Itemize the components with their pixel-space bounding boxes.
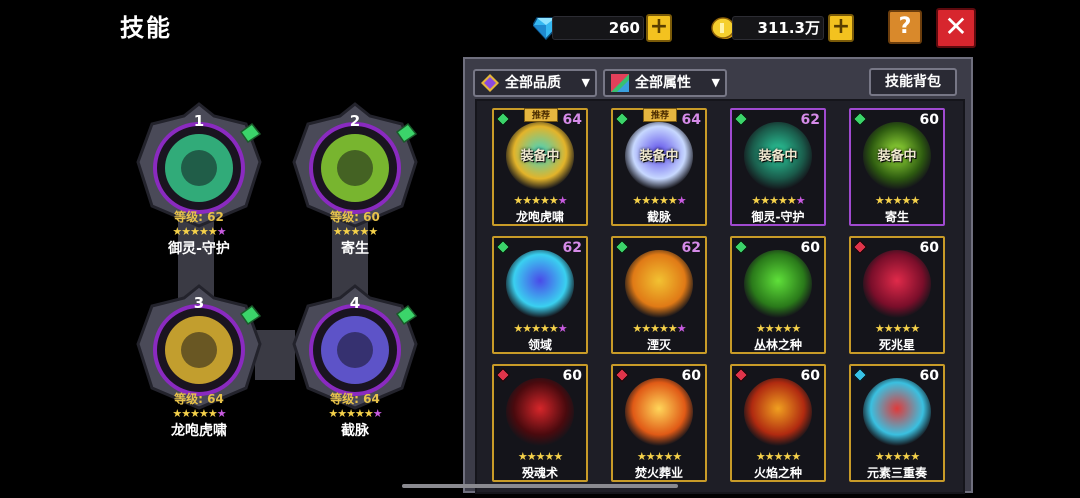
skill-name: 湮灭 [646,338,671,352]
skill-stars: ★★★★★★ [513,322,567,335]
gem-amount: 260 [608,19,640,37]
skill-stars: ★★★★★ [874,194,920,207]
skill-card[interactable]: 60 ★★★★★ 元素三重奏 [849,364,945,482]
skill-stars: ★★★★★ [874,322,920,335]
skill-card[interactable]: 62 ★★★★★★ 湮灭 [611,236,707,354]
slot-stars: ★★★★★★ [328,407,382,420]
buy-coins-button[interactable]: + [828,14,854,42]
slot-number: 2 [349,112,361,130]
skill-card[interactable]: 60 装备中 ★★★★★ 寄生 [849,108,945,226]
slot-level: 等级: 64 [330,392,380,406]
skill-stars: ★★★★★ [755,322,801,335]
home-indicator[interactable] [402,484,678,488]
slot-skill-name: 御灵-守护 [168,241,230,257]
equipped-slot-3[interactable]: 3 等级: 64 ★★★★★★ 龙咆虎啸 [134,282,264,439]
attribute-icon [611,74,629,92]
skill-stars: ★★★★★ [755,450,801,463]
equipped-slot-1[interactable]: 1 等级: 62 ★★★★★★ 御灵-守护 [134,100,264,257]
equipped-label: 装备中 [758,149,798,164]
skill-card[interactable]: 60 ★★★★★ 丛林之种 [730,236,826,354]
equipped-label: 装备中 [877,149,917,164]
skill-level: 60 [919,368,939,384]
skill-level: 64 [562,112,582,128]
skill-stars: ★★★★★★ [751,194,805,207]
skill-stars: ★★★★★★ [632,322,686,335]
skill-name: 御灵-守护 [751,210,805,224]
slot-number: 1 [193,112,205,130]
skill-name: 龙咆虎啸 [515,210,564,224]
equipped-slot-2[interactable]: 2 等级: 60 ★★★★★ 寄生 [290,100,420,257]
skill-level: 62 [681,240,701,256]
skill-level: 64 [681,112,701,128]
skill-name: 焚火葬业 [634,466,683,480]
slot-skill-name: 截脉 [341,423,369,439]
quality-filter-label: 全部品质 [505,75,561,91]
slot-stars: ★★★★★ [332,225,378,238]
skill-level: 60 [681,368,701,384]
slot-number: 4 [349,294,361,312]
skill-card[interactable]: 60 ★★★★★ 殁魂术 [492,364,588,482]
help-button[interactable]: ? [888,10,922,44]
slot-stars: ★★★★★★ [172,225,226,238]
skill-level: 60 [919,240,939,256]
page-title: 技能 [120,14,172,42]
skill-name: 火焰之种 [753,466,802,480]
skill-name: 死兆星 [878,338,915,352]
quality-filter-dropdown[interactable]: 全部品质 ▼ [473,69,597,97]
skill-card[interactable]: 64 推荐 装备中 ★★★★★★ 龙咆虎啸 [492,108,588,226]
skill-level: 60 [562,368,582,384]
skill-level: 62 [800,112,820,128]
skill-stars: ★★★★★ [636,450,682,463]
slot-level: 等级: 64 [174,392,224,406]
skill-name: 丛林之种 [753,338,802,352]
slot-skill-name: 龙咆虎啸 [171,423,227,439]
skill-level: 60 [919,112,939,128]
skill-stars: ★★★★★★ [513,194,567,207]
skill-card[interactable]: 62 ★★★★★★ 领域 [492,236,588,354]
slot-level: 等级: 62 [174,210,224,224]
attribute-filter-dropdown[interactable]: 全部属性 ▼ [603,69,727,97]
slot-level: 等级: 60 [330,210,380,224]
recommend-badge: 推荐 [524,108,558,122]
recommend-badge: 推荐 [643,108,677,122]
skill-name: 领域 [527,338,552,352]
close-button[interactable]: ✕ [936,8,976,48]
skill-card[interactable]: 60 ★★★★★ 焚火葬业 [611,364,707,482]
skill-level: 62 [562,240,582,256]
chevron-down-icon: ▼ [711,76,720,89]
chevron-down-icon: ▼ [581,76,590,89]
equipped-label: 装备中 [520,149,560,164]
skill-level: 60 [800,240,820,256]
skill-stars: ★★★★★ [517,450,563,463]
skill-card[interactable]: 64 推荐 装备中 ★★★★★★ 截脉 [611,108,707,226]
skill-card[interactable]: 60 ★★★★★ 死兆星 [849,236,945,354]
slot-skill-name: 寄生 [341,241,369,257]
slot-stars: ★★★★★★ [172,407,226,420]
slot-number: 3 [193,294,205,312]
equipped-label: 装备中 [639,149,679,164]
skill-bag-button[interactable]: 技能背包 [869,68,957,96]
skill-card[interactable]: 62 装备中 ★★★★★★ 御灵-守护 [730,108,826,226]
skill-stars: ★★★★★★ [632,194,686,207]
coin-amount: 311.3万 [757,19,820,37]
quality-icon [481,74,499,92]
skill-name: 寄生 [884,210,909,224]
skill-name: 截脉 [646,210,671,224]
attribute-filter-label: 全部属性 [635,75,691,91]
skill-level: 60 [800,368,820,384]
skill-stars: ★★★★★ [874,450,920,463]
skill-card[interactable]: 60 ★★★★★ 火焰之种 [730,364,826,482]
skill-name: 元素三重奏 [866,466,927,480]
skill-name: 殁魂术 [521,466,558,480]
buy-gems-button[interactable]: + [646,14,672,42]
equipped-slot-4[interactable]: 4 等级: 64 ★★★★★★ 截脉 [290,282,420,439]
